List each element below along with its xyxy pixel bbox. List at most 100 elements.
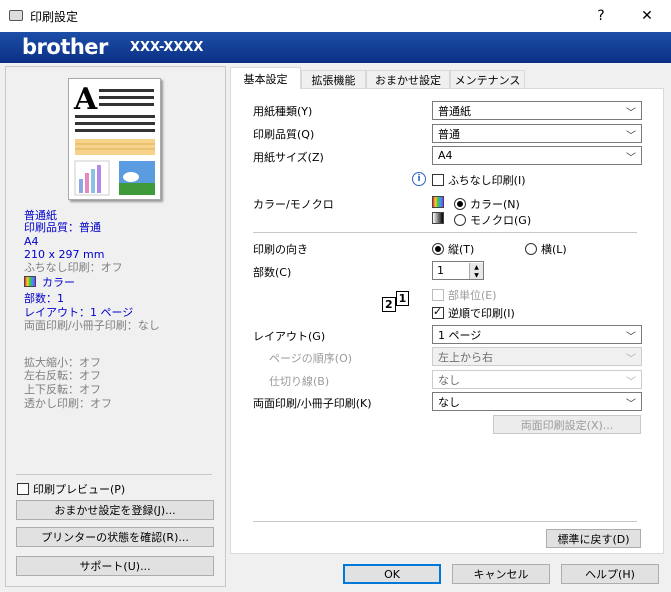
restore-default-button[interactable]: 標準に戻す(D) bbox=[546, 529, 641, 548]
collate-label: 部単位(E) bbox=[448, 289, 497, 302]
tab-maintenance[interactable]: メンテナンス bbox=[450, 70, 525, 89]
checkbox-box[interactable] bbox=[432, 305, 444, 319]
summary-layout: レイアウト：1 ページ bbox=[24, 306, 134, 319]
monochrome-icon bbox=[432, 212, 444, 224]
summary-dimensions: 210 x 297 mm bbox=[24, 248, 105, 261]
media-type-select[interactable]: 普通紙 ﹀ bbox=[432, 101, 642, 120]
collate-checkbox[interactable]: 部単位(E) bbox=[432, 287, 497, 303]
duplex-select[interactable]: なし ﹀ bbox=[432, 392, 642, 411]
summary-paper-type: 普通紙 bbox=[24, 209, 57, 222]
window-title: 印刷設定 bbox=[30, 10, 79, 24]
border-line-select[interactable]: なし ﹀ bbox=[432, 370, 642, 389]
mono-radio-label: モノクロ(G) bbox=[470, 214, 532, 227]
divider bbox=[16, 474, 212, 475]
close-icon[interactable]: ✕ bbox=[624, 0, 670, 32]
summary-flip: 上下反転：オフ bbox=[24, 383, 101, 396]
radio-button[interactable] bbox=[454, 198, 466, 210]
copies-label: 部数(C) bbox=[253, 266, 292, 279]
summary-scale: 拡大縮小：オフ bbox=[24, 356, 101, 369]
chevron-down-icon: ﹀ bbox=[626, 153, 636, 164]
color-icon bbox=[432, 196, 444, 208]
orientation-label: 印刷の向き bbox=[253, 243, 308, 256]
summary-borderless: ふちなし印刷：オフ bbox=[24, 261, 123, 274]
print-preview-thumbnail: A bbox=[68, 78, 161, 200]
quality-select[interactable]: 普通 ﹀ bbox=[432, 124, 642, 143]
register-preset-button[interactable]: おまかせ設定を登録(J)... bbox=[16, 500, 214, 520]
divider bbox=[253, 232, 637, 233]
summary-mirror: 左右反転：オフ bbox=[24, 369, 101, 382]
support-button[interactable]: サポート(U)... bbox=[16, 556, 214, 576]
title-bar bbox=[0, 0, 671, 32]
tab-presets[interactable]: おまかせ設定 bbox=[366, 70, 450, 89]
radio-button[interactable] bbox=[454, 214, 466, 226]
brand-logo: brother bbox=[22, 35, 108, 59]
radio-button[interactable] bbox=[525, 243, 537, 255]
collate-pages-icon: 21 bbox=[382, 291, 410, 312]
layout-value: 1 ページ bbox=[438, 328, 482, 342]
layout-label: レイアウト(G) bbox=[253, 330, 326, 343]
page-order-select[interactable]: 左上から右 ﹀ bbox=[432, 347, 642, 366]
printer-icon bbox=[9, 10, 23, 21]
border-line-label: 仕切り線(B) bbox=[269, 375, 330, 388]
chevron-down-icon: ﹀ bbox=[626, 108, 636, 119]
landscape-label: 横(L) bbox=[541, 243, 567, 256]
media-type-value: 普通紙 bbox=[438, 104, 471, 118]
checkbox-box[interactable] bbox=[432, 289, 444, 301]
tab-advanced[interactable]: 拡張機能 bbox=[301, 70, 366, 89]
preview-label: 印刷プレビュー(P) bbox=[33, 483, 126, 496]
chevron-down-icon: ﹀ bbox=[626, 399, 636, 410]
copies-stepper[interactable]: 1 ▲ ▼ bbox=[432, 261, 484, 280]
landscape-radio[interactable]: 横(L) bbox=[525, 241, 567, 257]
quality-value: 普通 bbox=[438, 127, 460, 141]
summary-watermark: 透かし印刷：オフ bbox=[24, 397, 112, 410]
svg-text:A: A bbox=[73, 82, 98, 117]
page-order-label: ページの順序(O) bbox=[269, 352, 353, 365]
help-footer-button[interactable]: ヘルプ(H) bbox=[561, 564, 659, 584]
stepper-up-icon[interactable]: ▲ bbox=[469, 263, 483, 271]
checkbox-box[interactable] bbox=[17, 483, 29, 495]
summary-color: カラー bbox=[42, 276, 75, 289]
summary-size: A4 bbox=[24, 235, 39, 248]
mono-radio[interactable]: モノクロ(G) bbox=[454, 212, 531, 228]
chevron-down-icon: ﹀ bbox=[626, 377, 636, 388]
media-type-label: 用紙種類(Y) bbox=[253, 105, 313, 118]
duplex-value: なし bbox=[438, 395, 460, 409]
borderless-checkbox[interactable]: ふちなし印刷(I) bbox=[432, 172, 526, 188]
chevron-down-icon: ﹀ bbox=[626, 332, 636, 343]
color-radio[interactable]: カラー(N) bbox=[454, 196, 520, 212]
paper-size-label: 用紙サイズ(Z) bbox=[253, 151, 324, 164]
borderless-label: ふちなし印刷(I) bbox=[448, 174, 526, 187]
stepper-down-icon[interactable]: ▼ bbox=[469, 271, 483, 279]
color-mode-label: カラー/モノクロ bbox=[253, 198, 334, 211]
paper-size-value: A4 bbox=[438, 149, 453, 162]
color-icon bbox=[24, 276, 36, 287]
chevron-down-icon: ﹀ bbox=[626, 354, 636, 365]
info-icon[interactable]: i bbox=[412, 172, 426, 186]
help-button[interactable]: ? bbox=[578, 0, 624, 32]
reverse-order-label: 逆順で印刷(I) bbox=[448, 307, 515, 320]
check-printer-status-button[interactable]: プリンターの状態を確認(R)... bbox=[16, 527, 214, 547]
model-name: XXX-XXXX bbox=[130, 40, 204, 55]
page-order-value: 左上から右 bbox=[438, 350, 493, 364]
radio-button[interactable] bbox=[432, 243, 444, 255]
divider bbox=[253, 521, 637, 522]
tab-basic[interactable]: 基本設定 bbox=[230, 67, 301, 89]
summary-duplex: 両面印刷/小冊子印刷：なし bbox=[24, 319, 160, 332]
chevron-down-icon: ﹀ bbox=[626, 131, 636, 142]
summary-quality: 印刷品質：普通 bbox=[24, 221, 101, 234]
print-preview-checkbox[interactable]: 印刷プレビュー(P) bbox=[17, 481, 125, 497]
summary-copies: 部数：1 bbox=[24, 292, 64, 305]
checkbox-box[interactable] bbox=[432, 174, 444, 186]
color-radio-label: カラー(N) bbox=[470, 198, 520, 211]
border-line-value: なし bbox=[438, 373, 460, 387]
portrait-radio[interactable]: 縦(T) bbox=[432, 241, 474, 257]
portrait-label: 縦(T) bbox=[448, 243, 475, 256]
cancel-button[interactable]: キャンセル bbox=[452, 564, 550, 584]
ok-button[interactable]: OK bbox=[343, 564, 441, 584]
paper-size-select[interactable]: A4 ﹀ bbox=[432, 146, 642, 165]
duplex-settings-button[interactable]: 両面印刷設定(X)... bbox=[493, 415, 641, 434]
copies-value: 1 bbox=[437, 264, 444, 277]
reverse-order-checkbox[interactable]: 逆順で印刷(I) bbox=[432, 305, 515, 321]
quality-label: 印刷品質(Q) bbox=[253, 128, 315, 141]
layout-select[interactable]: 1 ページ ﹀ bbox=[432, 325, 642, 344]
